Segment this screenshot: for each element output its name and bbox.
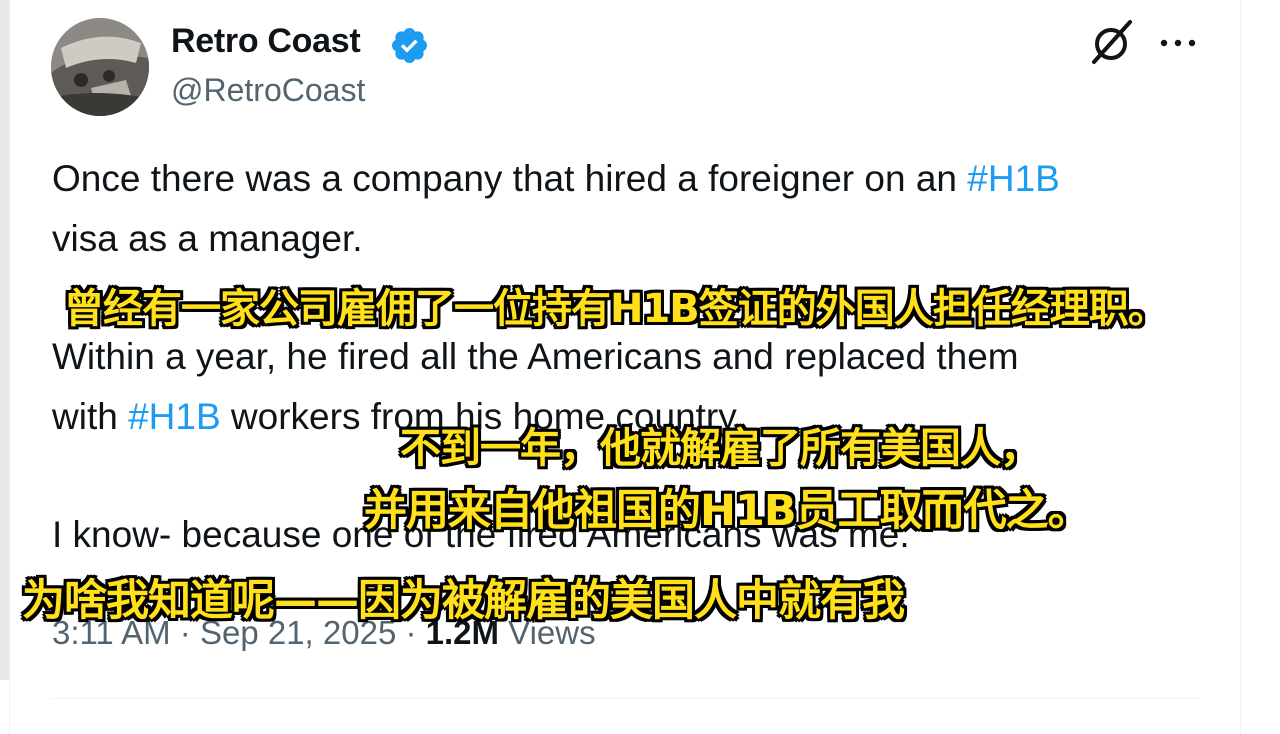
divider	[52, 698, 1200, 699]
tweet-text: Once there was a company that hired a fo…	[52, 158, 968, 199]
left-border	[9, 0, 10, 734]
tweet-text-line-3: Within a year, he fired all the American…	[52, 336, 1019, 377]
author-handle[interactable]: @RetroCoast	[171, 72, 365, 109]
subtitle-line-2b: 并用来自他祖国的H1B员工取而代之。	[364, 486, 1091, 536]
grok-icon[interactable]	[1088, 18, 1136, 66]
subtitle-line-1: 曾经有一家公司雇佣了一位持有H1B签证的外国人担任经理职。	[64, 286, 1168, 332]
hashtag-link[interactable]: #H1B	[128, 396, 221, 437]
scroll-edge	[0, 0, 9, 680]
subtitle-line-3: 为啥我知道呢——因为被解雇的美国人中就有我	[22, 576, 905, 626]
tweet-text-line-1: Once there was a company that hired a fo…	[52, 158, 1060, 200]
author-display-name[interactable]: Retro Coast	[171, 22, 361, 61]
verified-badge-icon	[391, 27, 428, 64]
avatar[interactable]	[51, 18, 149, 116]
subtitle-line-2a: 不到一年，他就解雇了所有美国人，	[400, 424, 1041, 472]
more-options-icon[interactable]	[1158, 36, 1198, 50]
tweet-text: with	[52, 396, 129, 437]
hashtag-link[interactable]: #H1B	[967, 158, 1060, 199]
right-border	[1240, 0, 1241, 734]
tweet-text-line-2: visa as a manager.	[52, 218, 363, 259]
